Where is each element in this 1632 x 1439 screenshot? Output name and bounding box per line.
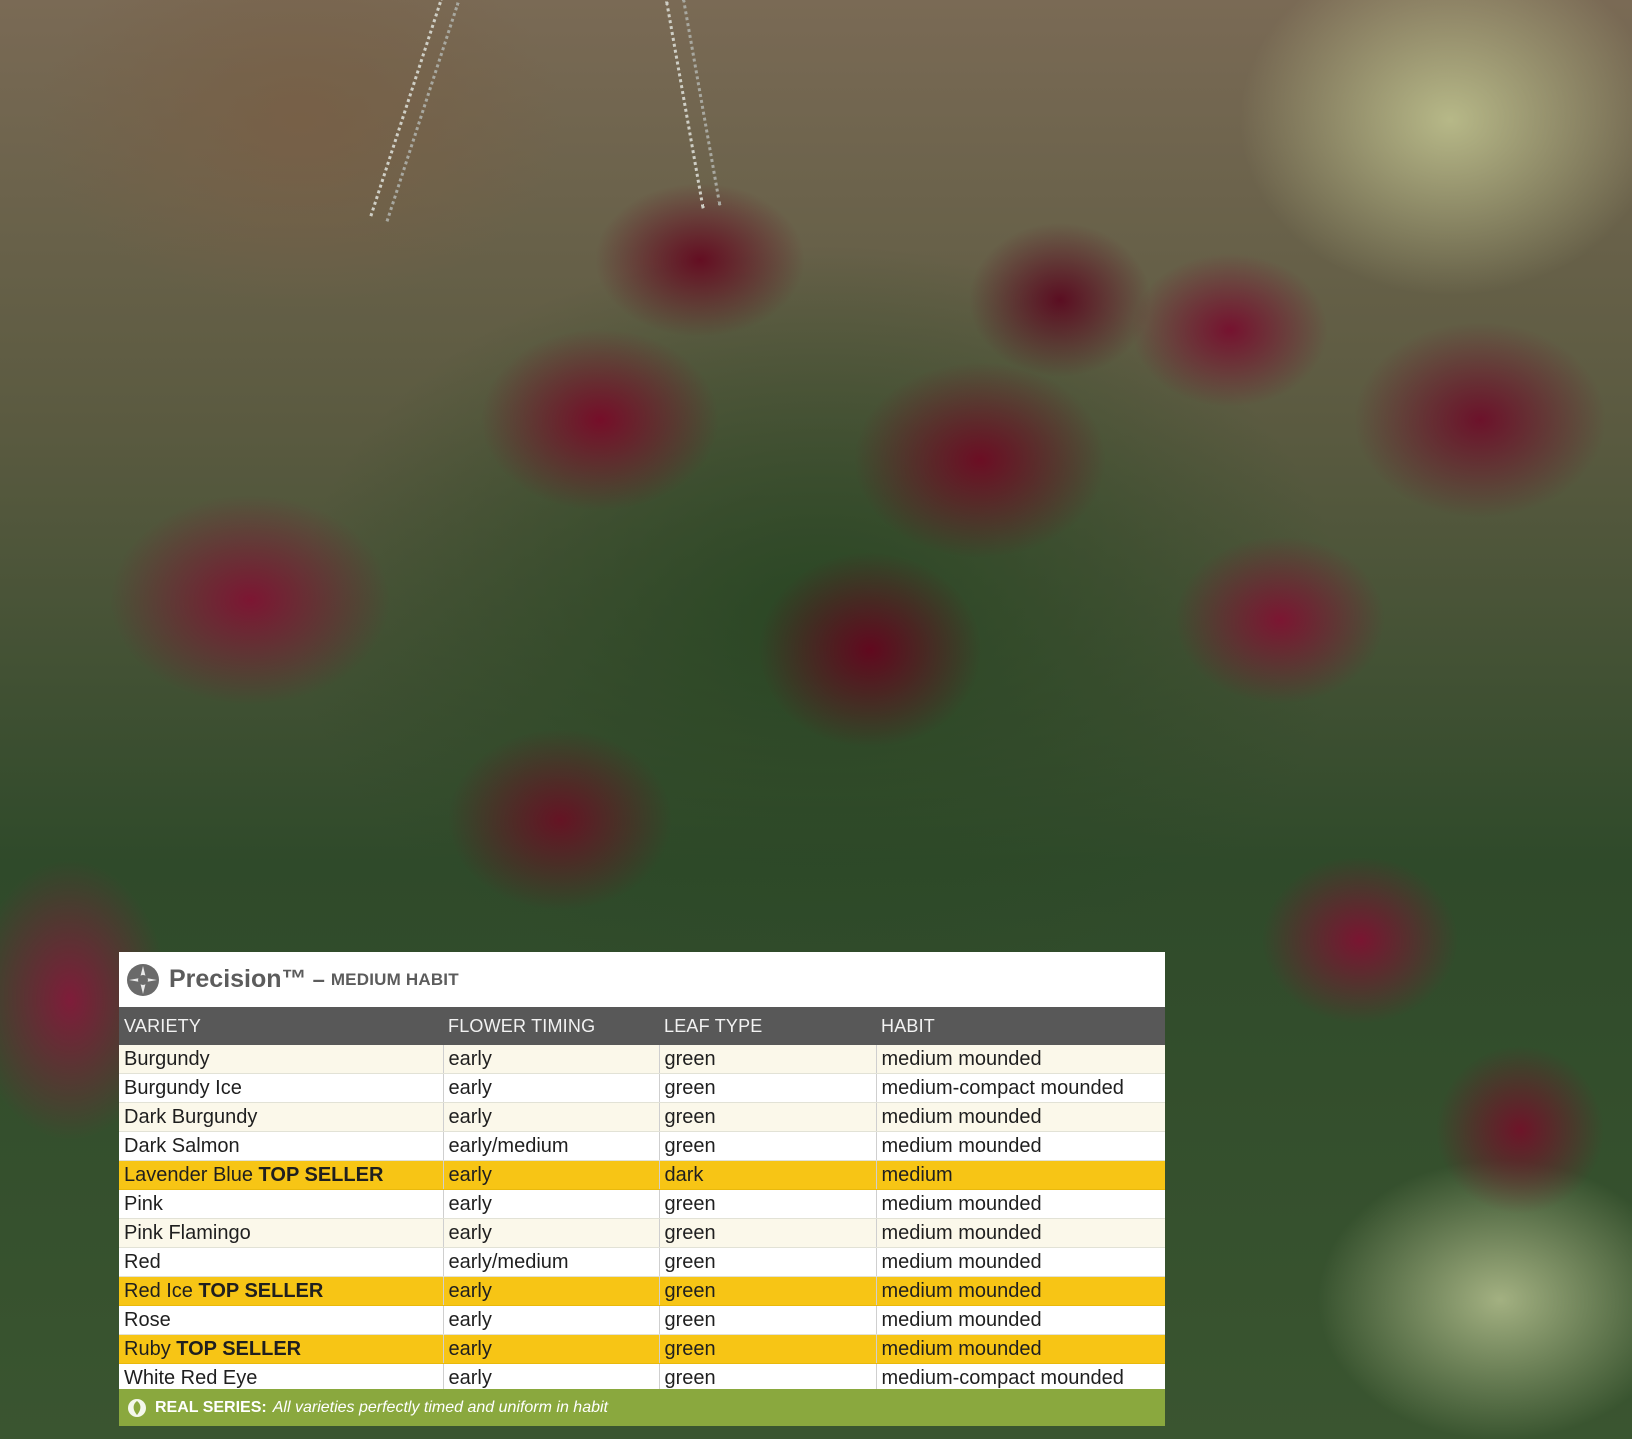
variety-cell: Ruby TOP SELLER (119, 1334, 444, 1364)
variety-cell: Burgundy Ice (119, 1073, 444, 1103)
habit-cell: medium mounded (876, 1102, 1165, 1132)
table-row: Burgundy early green medium mounded (119, 1045, 1165, 1074)
top-seller-tag: TOP SELLER (176, 1337, 302, 1360)
table-row: Lavender Blue TOP SELLER early dark medium (119, 1160, 1165, 1190)
variety-name: Dark Burgundy (124, 1105, 258, 1128)
habit-cell: medium mounded (876, 1247, 1165, 1277)
variety-cell: Dark Burgundy (119, 1102, 444, 1132)
variety-cell: Red (119, 1247, 444, 1277)
recycle-leaf-icon (128, 1398, 146, 1417)
brand-title: Precision™ (169, 965, 307, 993)
column-header-leaf-type: LEAF TYPE (659, 1007, 876, 1045)
variety-name: Red Ice (124, 1279, 193, 1302)
column-header-variety: VARIETY (119, 1007, 443, 1045)
variety-cell: Dark Salmon (119, 1131, 444, 1161)
variety-name: Ruby (124, 1337, 171, 1360)
habit-cell: medium mounded (876, 1305, 1165, 1335)
title-dash: – (312, 966, 325, 992)
variety-name: Dark Salmon (124, 1134, 240, 1157)
leaf-type-cell: green (659, 1102, 877, 1132)
variety-name: Pink (124, 1192, 163, 1215)
flower-timing-cell: early/medium (443, 1131, 660, 1161)
habit-cell: medium (876, 1160, 1165, 1190)
leaf-type-cell: green (659, 1131, 877, 1161)
flower-timing-cell: early (443, 1045, 660, 1074)
table-row: Dark Burgundy early green medium mounded (119, 1102, 1165, 1132)
variety-table-panel: Precision™ – MEDIUM HABIT VARIETY FLOWER… (119, 952, 1165, 1426)
leaf-type-cell: green (659, 1247, 877, 1277)
precision-logo-icon (127, 963, 159, 996)
flower-timing-cell: early (443, 1189, 660, 1219)
variety-cell: Rose (119, 1305, 444, 1335)
flower-timing-cell: early (443, 1073, 660, 1103)
variety-name: Red (124, 1250, 161, 1273)
habit-cell: medium mounded (876, 1218, 1165, 1248)
leaf-type-cell: dark (659, 1160, 877, 1190)
variety-cell: Pink (119, 1189, 444, 1219)
series-label: REAL SERIES: (155, 1398, 267, 1416)
top-seller-tag: TOP SELLER (198, 1279, 324, 1302)
table-title-bar: Precision™ – MEDIUM HABIT (119, 952, 1165, 1007)
variety-name: Rose (124, 1308, 171, 1331)
habit-cell: medium mounded (876, 1276, 1165, 1306)
variety-cell: Red Ice TOP SELLER (119, 1276, 444, 1306)
variety-cell: Lavender Blue TOP SELLER (119, 1160, 444, 1190)
flower-timing-cell: early (443, 1102, 660, 1132)
top-seller-tag: TOP SELLER (258, 1163, 384, 1186)
table-row: Ruby TOP SELLER early green medium mounded (119, 1334, 1165, 1364)
column-header-habit: HABIT (876, 1007, 1165, 1045)
flower-timing-cell: early (443, 1276, 660, 1306)
column-header-flower-timing: FLOWER TIMING (443, 1007, 659, 1045)
leaf-type-cell: green (659, 1045, 877, 1074)
table-row: Burgundy Ice early green medium-compact mou… (119, 1073, 1165, 1103)
variety-name: White Red Eye (124, 1366, 258, 1389)
leaf-type-cell: green (659, 1305, 877, 1335)
variety-name: Burgundy (124, 1047, 210, 1070)
habit-cell: medium-compact mounded (876, 1073, 1165, 1103)
leaf-type-cell: green (659, 1276, 877, 1306)
flower-timing-cell: early/medium (443, 1247, 660, 1277)
variety-name: Burgundy Ice (124, 1076, 242, 1099)
table-row: Pink Flamingo early green medium mounded (119, 1218, 1165, 1248)
series-description: All varieties perfectly timed and unifor… (272, 1398, 608, 1416)
table-row: Pink early green medium mounded (119, 1189, 1165, 1219)
table-row: Dark Salmon early/medium green medium mound… (119, 1131, 1165, 1161)
habit-cell: medium mounded (876, 1131, 1165, 1161)
habit-cell: medium mounded (876, 1045, 1165, 1074)
series-footer-bar: REAL SERIES: All varieties perfectly tim… (119, 1389, 1165, 1426)
leaf-type-cell: green (659, 1334, 877, 1364)
table-row: Red early/medium green medium mounded (119, 1247, 1165, 1277)
flower-timing-cell: early (443, 1160, 660, 1190)
habit-cell: medium mounded (876, 1334, 1165, 1364)
leaf-type-cell: green (659, 1189, 877, 1219)
leaf-type-cell: green (659, 1073, 877, 1103)
table-row: Red Ice TOP SELLER early green medium mound… (119, 1276, 1165, 1306)
variety-name: Pink Flamingo (124, 1221, 251, 1244)
leaf-type-cell: green (659, 1218, 877, 1248)
flower-timing-cell: early (443, 1334, 660, 1364)
habit-subtitle: MEDIUM HABIT (330, 969, 459, 989)
variety-cell: Burgundy (119, 1045, 444, 1074)
flower-timing-cell: early (443, 1218, 660, 1248)
table-header-row: VARIETY FLOWER TIMING LEAF TYPE HABIT (119, 1007, 1165, 1045)
habit-cell: medium mounded (876, 1189, 1165, 1219)
table-row: Rose early green medium mounded (119, 1305, 1165, 1335)
flower-timing-cell: early (443, 1305, 660, 1335)
variety-table: VARIETY FLOWER TIMING LEAF TYPE HABIT Bu… (119, 1007, 1165, 1393)
variety-name: Lavender Blue (124, 1163, 253, 1186)
variety-cell: Pink Flamingo (119, 1218, 444, 1248)
